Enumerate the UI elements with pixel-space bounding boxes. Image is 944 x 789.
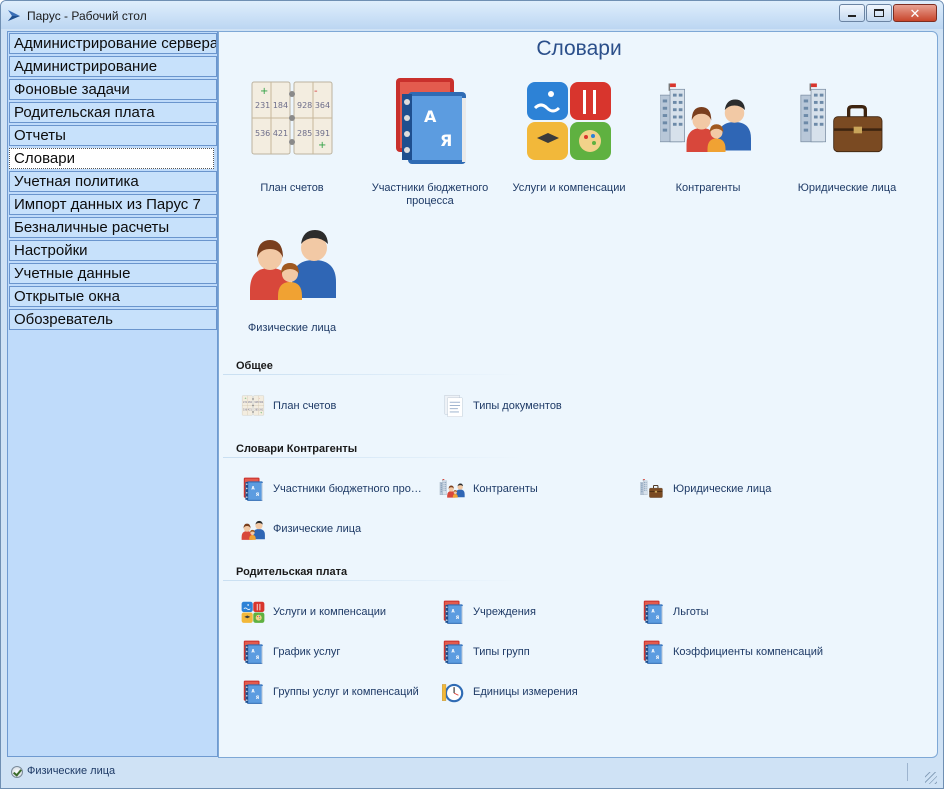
section-divider bbox=[223, 580, 523, 581]
tile-label: Контрагенты bbox=[675, 182, 741, 194]
link-group-types[interactable]: Типы групп bbox=[439, 639, 530, 665]
sidebar-item-cashless[interactable]: Безналичные расчеты bbox=[9, 217, 217, 238]
sidebar-item-import[interactable]: Импорт данных из Парус 7 bbox=[9, 194, 217, 215]
minimize-button[interactable] bbox=[839, 4, 865, 22]
link-label: График услуг bbox=[273, 646, 341, 658]
link-label: Физические лица bbox=[273, 523, 362, 535]
tile-legal-entities[interactable]: Юридические лица bbox=[777, 72, 917, 195]
link-label: Учреждения bbox=[473, 606, 536, 618]
link-legal-entities[interactable]: Юридические лица bbox=[639, 476, 771, 502]
link-service-groups[interactable]: Группы услуг и компенсаций bbox=[239, 679, 419, 705]
link-services[interactable]: Услуги и компенсации bbox=[239, 599, 386, 625]
budget-book-icon bbox=[382, 72, 478, 168]
chart-of-accounts-icon bbox=[244, 72, 340, 168]
link-label: Единицы измерения bbox=[473, 686, 578, 698]
sidebar-item-explorer[interactable]: Обозреватель bbox=[9, 309, 217, 330]
tile-individuals[interactable]: Физические лица bbox=[222, 212, 362, 335]
book-icon bbox=[639, 639, 667, 665]
individuals-icon bbox=[244, 212, 340, 308]
sidebar-item-settings[interactable]: Настройки bbox=[9, 240, 217, 261]
section-title-general: Общее bbox=[236, 360, 273, 372]
title-bar[interactable]: Парус - Рабочий стол ✕ bbox=[1, 1, 943, 29]
close-button[interactable]: ✕ bbox=[893, 4, 937, 22]
link-counterparties[interactable]: Контрагенты bbox=[439, 476, 538, 502]
measure-units-icon bbox=[439, 679, 467, 705]
link-benefits[interactable]: Льготы bbox=[639, 599, 709, 625]
link-label: Услуги и компенсации bbox=[273, 606, 387, 618]
book-icon bbox=[439, 639, 467, 665]
app-window: Парус - Рабочий стол ✕ Администрирование… bbox=[0, 0, 944, 789]
sidebar-item-server-admin[interactable]: Администрирование сервера bbox=[9, 33, 217, 54]
link-budget-participants[interactable]: Участники бюджетного про… bbox=[239, 476, 422, 502]
tile-budget-participants[interactable]: Участники бюджетного процесса bbox=[360, 72, 500, 208]
legal-entities-icon bbox=[640, 478, 663, 499]
tile-label: Участники бюджетного процесса bbox=[371, 182, 489, 207]
main-panel: Словари План счетов Участники бюджетного… bbox=[218, 31, 938, 758]
sidebar-item-dictionaries[interactable]: Словари bbox=[9, 148, 214, 169]
counterparties-icon bbox=[659, 82, 751, 152]
tile-counterparties[interactable]: Контрагенты bbox=[638, 72, 778, 195]
tile-chart-of-accounts[interactable]: План счетов bbox=[222, 72, 362, 195]
sidebar-item-accounting-policy[interactable]: Учетная политика bbox=[9, 171, 217, 192]
maximize-button[interactable] bbox=[866, 4, 892, 22]
individuals-icon bbox=[239, 516, 267, 542]
resize-grip-icon[interactable] bbox=[925, 772, 937, 784]
link-label: План счетов bbox=[273, 400, 337, 412]
book-icon bbox=[439, 599, 467, 625]
link-compensation-coefficients[interactable]: Коэффициенты компенсаций bbox=[639, 639, 823, 665]
book-icon bbox=[639, 599, 667, 625]
tile-label: Услуги и компенсации bbox=[512, 182, 626, 194]
link-units-of-measure[interactable]: Единицы измерения bbox=[439, 679, 578, 705]
sidebar-item-admin[interactable]: Администрирование bbox=[9, 56, 217, 77]
section-divider bbox=[223, 457, 523, 458]
sidebar-item-credentials[interactable]: Учетные данные bbox=[9, 263, 217, 284]
services-icon bbox=[239, 599, 267, 625]
window-title: Парус - Рабочий стол bbox=[27, 9, 147, 23]
status-bar: Физические лица bbox=[1, 760, 943, 788]
link-label: Участники бюджетного про… bbox=[273, 483, 422, 495]
tile-services[interactable]: Услуги и компенсации bbox=[499, 72, 639, 195]
sidebar-item-reports[interactable]: Отчеты bbox=[9, 125, 217, 146]
minimize-icon bbox=[848, 15, 856, 17]
window-controls: ✕ bbox=[839, 4, 937, 22]
sidebar: Администрирование сервера Администрирова… bbox=[7, 31, 218, 757]
chart-of-accounts-icon bbox=[239, 393, 267, 419]
status-separator bbox=[907, 763, 908, 781]
link-label: Льготы bbox=[673, 606, 709, 618]
services-icon bbox=[521, 72, 617, 168]
checkmark-icon bbox=[11, 766, 23, 778]
section-title-parent-fee: Родительская плата bbox=[236, 566, 348, 578]
book-icon bbox=[239, 679, 267, 705]
app-logo-icon bbox=[8, 10, 20, 21]
link-label: Контрагенты bbox=[473, 483, 538, 495]
link-label: Типы документов bbox=[473, 400, 562, 412]
page-title: Словари bbox=[536, 37, 622, 60]
tile-label: План счетов bbox=[260, 182, 324, 194]
status-text: Физические лица bbox=[27, 765, 116, 777]
link-individuals[interactable]: Физические лица bbox=[239, 516, 361, 542]
sidebar-item-background-tasks[interactable]: Фоновые задачи bbox=[9, 79, 217, 100]
link-label: Группы услуг и компенсаций bbox=[273, 686, 419, 698]
tile-label: Юридические лица bbox=[797, 182, 897, 194]
maximize-icon bbox=[874, 9, 884, 17]
link-chart-of-accounts[interactable]: План счетов bbox=[239, 393, 336, 419]
legal-entities-icon bbox=[800, 82, 884, 154]
sidebar-item-parent-fee[interactable]: Родительская плата bbox=[9, 102, 217, 123]
link-service-schedule[interactable]: График услуг bbox=[239, 639, 340, 665]
book-icon bbox=[239, 476, 267, 502]
link-document-types[interactable]: Типы документов bbox=[439, 393, 562, 419]
section-title-counterparties: Словари Контрагенты bbox=[236, 443, 358, 455]
book-icon bbox=[239, 639, 267, 665]
section-divider bbox=[223, 374, 523, 375]
link-label: Коэффициенты компенсаций bbox=[673, 646, 823, 658]
link-label: Юридические лица bbox=[673, 483, 772, 495]
document-types-icon bbox=[439, 393, 467, 419]
tile-label: Физические лица bbox=[247, 322, 337, 334]
close-icon: ✕ bbox=[909, 5, 921, 21]
link-label: Типы групп bbox=[473, 646, 530, 658]
sidebar-item-open-windows[interactable]: Открытые окна bbox=[9, 286, 217, 307]
counterparties-icon bbox=[439, 478, 465, 498]
link-institutions[interactable]: Учреждения bbox=[439, 599, 536, 625]
